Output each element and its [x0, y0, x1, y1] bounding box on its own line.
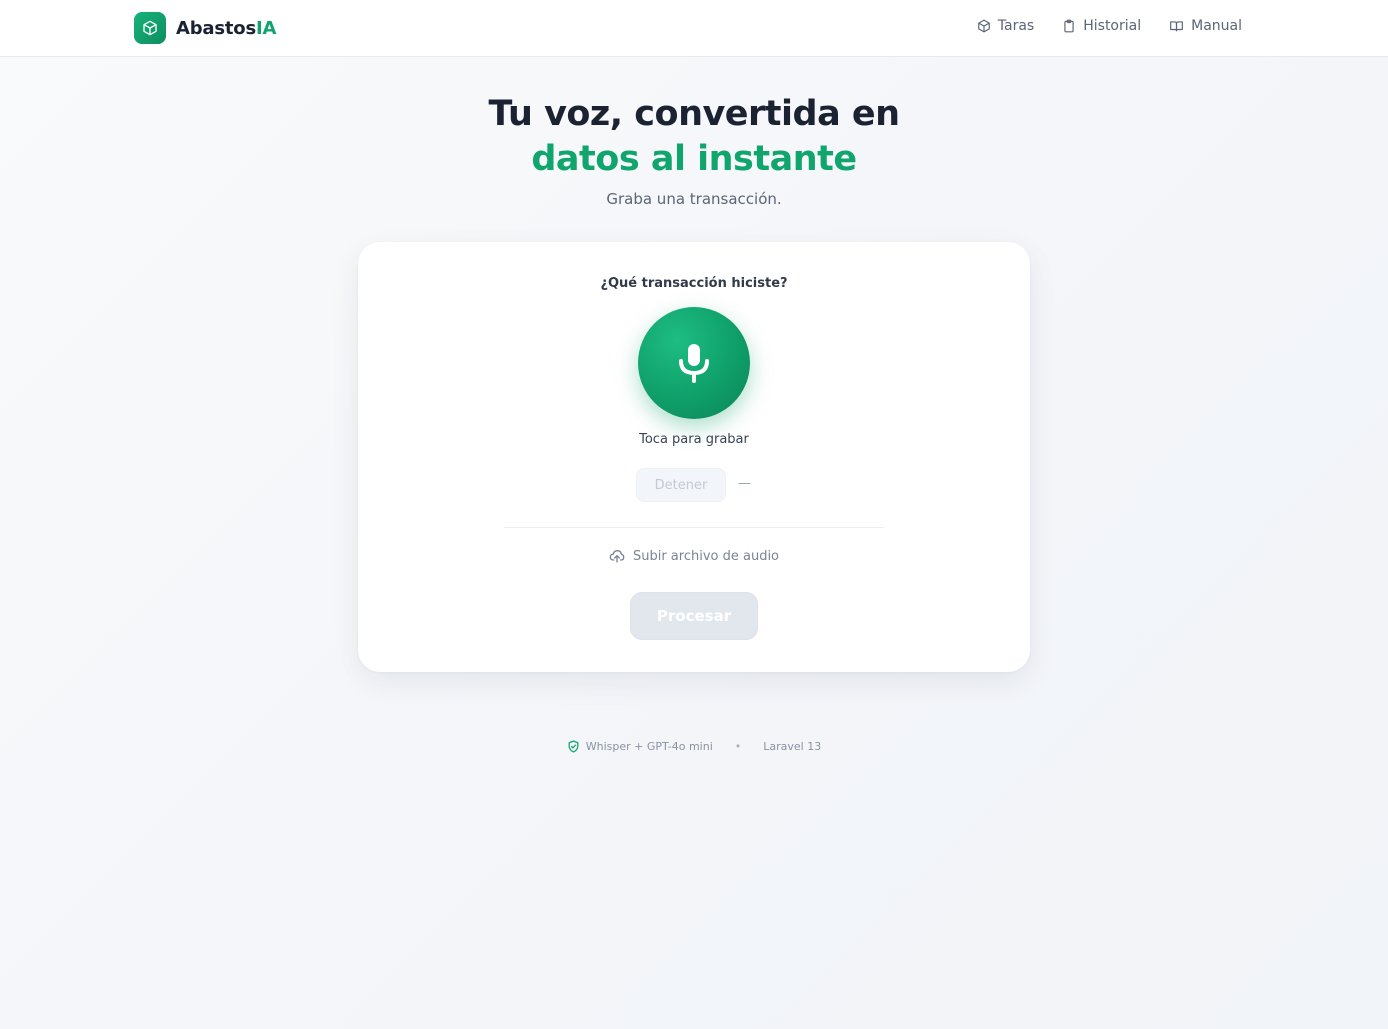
- brand-logo[interactable]: AbastosIA: [134, 12, 276, 44]
- stop-button[interactable]: Detener: [636, 468, 726, 502]
- record-button[interactable]: [638, 307, 750, 419]
- upload-audio-label: Subir archivo de audio: [632, 548, 780, 564]
- nav-item-historial[interactable]: Historial: [1062, 18, 1141, 34]
- tap-to-record-label: Toca para grabar: [639, 432, 749, 447]
- hero-title-line2: datos al instante: [531, 139, 857, 179]
- hero-subtitle: Graba una transacción.: [606, 190, 782, 208]
- top-navbar: AbastosIA Taras Historial Manual: [0, 0, 1388, 57]
- footer-framework: Laravel 13: [763, 740, 822, 753]
- microphone-icon: [679, 344, 709, 383]
- nav-item-taras[interactable]: Taras: [977, 18, 1034, 34]
- cloud-upload-icon: [609, 550, 625, 563]
- brand-name-accent: IA: [255, 17, 277, 39]
- main-nav: Taras Historial Manual: [949, 18, 1242, 34]
- cube-icon: [977, 19, 990, 33]
- recorder-card: ¿Qué transacción hiciste? Toca para grab…: [358, 242, 1030, 672]
- recording-timer: —: [738, 476, 751, 491]
- nav-label-historial: Historial: [1083, 18, 1142, 34]
- clipboard-icon: [1064, 19, 1074, 33]
- footer: Whisper + GPT-4o mini • Laravel 13: [0, 740, 1388, 753]
- shield-check-icon: [568, 740, 579, 753]
- book-icon: [1170, 21, 1184, 32]
- footer-engine: Whisper + GPT-4o mini: [585, 740, 713, 753]
- divider: [504, 527, 884, 528]
- brand-name-primary: Abastos: [176, 17, 256, 39]
- nav-label-taras: Taras: [997, 18, 1035, 34]
- cube-logo-icon: [134, 12, 166, 44]
- nav-label-manual: Manual: [1191, 18, 1242, 34]
- process-button[interactable]: Procesar: [630, 592, 758, 640]
- hero-title-line1: Tu voz, convertida en: [488, 94, 900, 134]
- brand-name: AbastosIA: [176, 18, 276, 39]
- footer-separator: •: [734, 740, 742, 753]
- upload-audio-link[interactable]: Subir archivo de audio: [358, 548, 1030, 564]
- recorder-question: ¿Qué transacción hiciste?: [600, 276, 788, 291]
- hero-section: Tu voz, convertida en datos al instante …: [0, 92, 1388, 208]
- nav-item-manual[interactable]: Manual: [1169, 18, 1242, 34]
